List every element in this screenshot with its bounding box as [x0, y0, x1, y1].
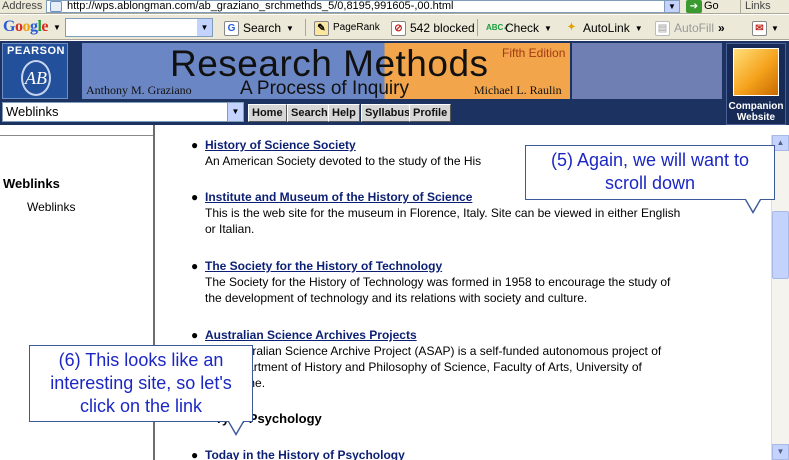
author-left: Anthony M. Graziano [86, 83, 192, 97]
sidebar-heading: Weblinks [3, 176, 60, 191]
book-title-banner: Research Methods A Process of Inquiry Fi… [82, 43, 570, 99]
pagerank-icon: ✎ [314, 21, 329, 37]
weblink-description: The Society for the History of Technolog… [205, 275, 671, 305]
google-toolbar: Google ▼ ▼ G Search ▼ ✎ PageRank ⊘ 542 block… [0, 15, 789, 40]
popup-blocker-button[interactable]: ⊘ 542 blocked [391, 19, 475, 37]
weblink-institute-museum[interactable]: Institute and Museum of the History of S… [205, 190, 472, 204]
home-button[interactable]: Home [248, 104, 287, 122]
book-subtitle: A Process of Inquiry [240, 78, 409, 99]
tutorial-callout-step5: (5) Again, we will want to scroll down [525, 145, 775, 214]
autofill-button[interactable]: ▤ AutoFill [655, 19, 714, 37]
google-logo[interactable]: Google [3, 18, 48, 36]
links-button[interactable]: Links [740, 0, 771, 13]
google-menu-dropdown[interactable]: ▼ [53, 23, 61, 32]
companion-label-1: Companion [728, 101, 784, 112]
go-arrow-icon: ➔ [686, 0, 702, 13]
pearson-logo[interactable]: PEARSON AB [2, 43, 68, 99]
author-right: Michael L. Raulin [474, 83, 562, 97]
spellcheck-icon: ABC✓ [486, 23, 511, 33]
weblink-history-of-science-society[interactable]: History of Science Society [205, 138, 356, 152]
list-item: ● The Society for the History of Technol… [191, 258, 705, 306]
section-select-value: Weblinks [6, 104, 59, 119]
callout-text: (5) Again, we will want to scroll down [550, 150, 750, 193]
ab-seal-icon: AB [21, 60, 51, 96]
popup-blocker-icon: ⊘ [391, 21, 406, 37]
google-g-icon: G [224, 21, 239, 37]
google-search-input[interactable]: ▼ [65, 18, 213, 37]
list-item: ● Australian Science Archives Projects T… [191, 327, 705, 391]
companion-label-2: Website [736, 112, 776, 123]
help-button[interactable]: Help [328, 104, 360, 122]
weblink-description: The Australian Science Archive Project (… [205, 344, 662, 390]
page-icon [50, 1, 62, 12]
address-input[interactable]: http://wps.ablongman.com/ab_graziano_src… [46, 0, 680, 13]
go-button[interactable]: ➔ Go [686, 0, 719, 13]
autofill-icon: ▤ [655, 21, 670, 37]
toolbar-options-button[interactable]: ✉ ▼ [752, 19, 779, 37]
search-button[interactable]: Search [287, 104, 332, 122]
syllabus-button[interactable]: Syllabus [361, 104, 415, 122]
autolink-icon: ✦ [567, 22, 576, 34]
pagerank-button[interactable]: ✎ PageRank [314, 19, 380, 37]
spellcheck-button[interactable]: ABC✓Check ▼ [486, 19, 552, 37]
companion-website-logo[interactable]: Companion Website [726, 43, 786, 125]
options-icon: ✉ [752, 21, 767, 37]
chevron-down-icon[interactable]: ▼ [227, 103, 243, 121]
profile-button[interactable]: Profile [409, 104, 452, 122]
address-label: Address [2, 0, 43, 12]
address-bar: Address http://wps.ablongman.com/ab_graz… [0, 0, 789, 14]
tutorial-callout-step6: (6) This looks like an interesting site,… [29, 345, 253, 436]
section-select[interactable]: Weblinks ▼ [2, 102, 244, 122]
weblink-today-history-psychology[interactable]: Today in the History of Psychology [205, 448, 405, 460]
sidebar-item-weblinks[interactable]: Weblinks [27, 200, 75, 214]
go-label: Go [704, 0, 719, 12]
address-dropdown-button[interactable]: ▼ [664, 0, 680, 13]
google-search-button[interactable]: G Search ▼ [224, 19, 294, 37]
sidebar-divider [0, 135, 153, 136]
google-search-dropdown[interactable]: ▼ [197, 19, 212, 36]
publisher-name: PEARSON [7, 45, 65, 57]
nav-bar: Weblinks ▼ Home Search Help Syllabus Pro… [0, 101, 724, 125]
weblink-society-history-technology[interactable]: The Society for the History of Technolog… [205, 259, 442, 273]
autolink-button[interactable]: ✦ AutoLink ▼ [564, 19, 642, 37]
scroll-thumb[interactable] [772, 211, 789, 279]
banner-decoration [572, 43, 722, 99]
address-url: http://wps.ablongman.com/ab_graziano_src… [67, 0, 454, 12]
scroll-down-button[interactable]: ▼ [772, 444, 789, 460]
weblink-australian-science-archives[interactable]: Australian Science Archives Projects [205, 328, 417, 342]
site-banner: PEARSON AB Research Methods A Process of… [0, 41, 789, 125]
book-edition: Fifth Edition [502, 46, 566, 60]
list-item: ● Today in the History of Psychology [191, 448, 405, 460]
weblink-description: This is the web site for the museum in F… [205, 206, 681, 236]
companion-cube-icon [733, 48, 779, 96]
callout-text: (6) This looks like an interesting site,… [50, 350, 232, 416]
toolbar-overflow-button[interactable]: » [718, 19, 725, 37]
